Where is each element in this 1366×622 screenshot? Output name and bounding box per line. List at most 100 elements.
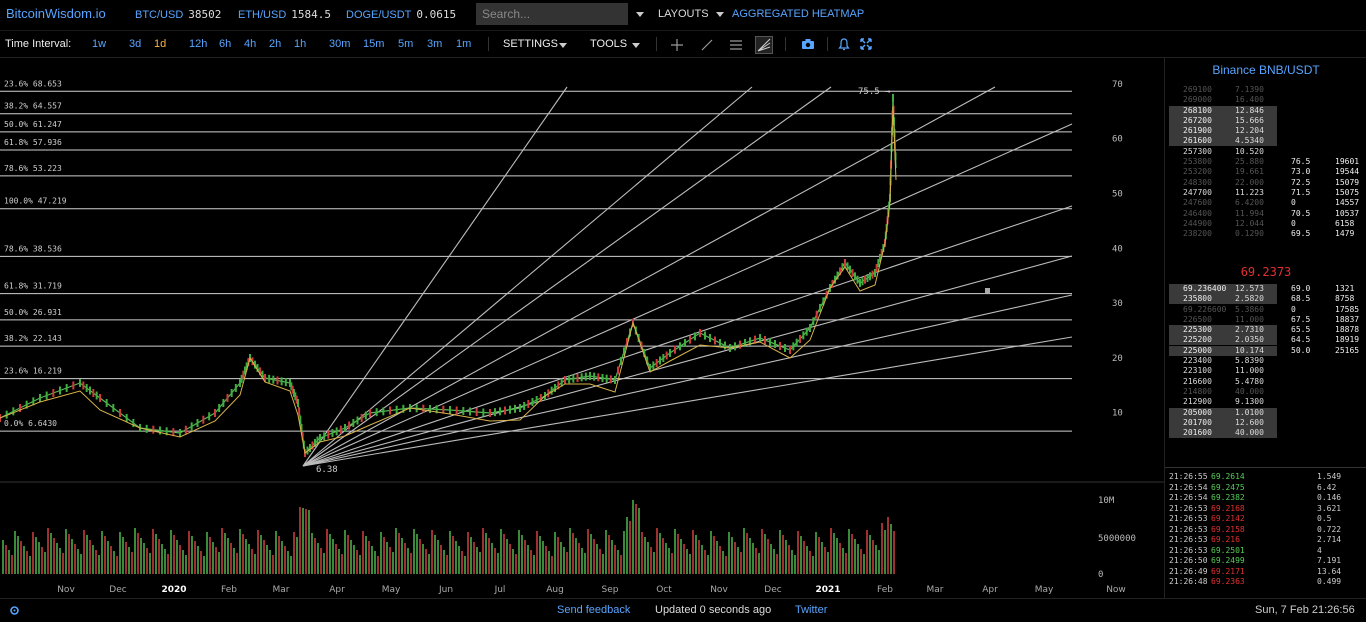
- crosshair-icon[interactable]: [670, 38, 684, 52]
- interval-1m[interactable]: 1m: [456, 38, 471, 50]
- bid-row[interactable]: 201600 40.000: [1169, 428, 1363, 439]
- bid-row[interactable]: 225200 2.0350 64.5 18919: [1169, 335, 1363, 346]
- ask-row[interactable]: 267200 15.666: [1169, 115, 1363, 126]
- candle: [584, 372, 587, 381]
- settings-menu[interactable]: SETTINGS: [503, 38, 558, 50]
- tools-chevron-down-icon[interactable]: [632, 43, 640, 48]
- bid-row[interactable]: 201700 12.600: [1169, 417, 1363, 428]
- layouts-chevron-down-icon[interactable]: [716, 12, 724, 17]
- volume-bar: [20, 541, 22, 574]
- fullscreen-icon[interactable]: [860, 38, 872, 50]
- ask-row[interactable]: 268100 12.846: [1169, 105, 1363, 116]
- interval-5m[interactable]: 5m: [398, 38, 413, 50]
- ask-row[interactable]: 238200 0.1290 69.5 1479: [1169, 229, 1363, 239]
- order-amount: 12.846: [1235, 105, 1264, 115]
- volume-bar: [11, 555, 13, 574]
- chart-area[interactable]: 0.0% 75.27523.6% 68.65338.2% 64.55750.0%…: [0, 43, 1164, 598]
- ask-row[interactable]: 246400 11.994 70.5 10537: [1169, 209, 1363, 219]
- search-input[interactable]: [476, 3, 628, 25]
- bid-row[interactable]: 69.236400 12.573 69.0 1321: [1169, 284, 1363, 294]
- bid-row[interactable]: 212900 9.1300: [1169, 397, 1363, 407]
- bid-row[interactable]: 223400 5.8390: [1169, 356, 1363, 366]
- volume-bar: [665, 543, 667, 574]
- volume-bar: [455, 541, 457, 574]
- settings-gear-icon[interactable]: [9, 605, 20, 616]
- ticker-eth[interactable]: ETH/USD 1584.5: [238, 8, 331, 21]
- order-amount: 11.000: [1235, 314, 1264, 324]
- ticker-doge[interactable]: DOGE/USDT 0.0615: [346, 8, 456, 21]
- candle: [429, 405, 431, 413]
- camera-icon[interactable]: [801, 38, 815, 50]
- interval-15m[interactable]: 15m: [363, 38, 384, 50]
- volume-bar: [854, 539, 856, 574]
- volume-bar: [602, 554, 604, 574]
- ask-row[interactable]: 247600 6.4200 0 14557: [1169, 198, 1363, 208]
- layouts-menu[interactable]: LAYOUTS: [658, 8, 709, 20]
- interval-2h[interactable]: 2h: [269, 38, 281, 50]
- price-chart-svg[interactable]: 0.0% 75.27523.6% 68.65338.2% 64.55750.0%…: [0, 43, 1164, 598]
- ask-row[interactable]: 269000 16.400: [1169, 95, 1363, 105]
- ticker-btc[interactable]: BTC/USD 38502: [135, 8, 221, 21]
- ask-row[interactable]: 253200 19.661 73.0 19544: [1169, 167, 1363, 177]
- trade-time: 21:26:55: [1169, 472, 1208, 481]
- volume-bar: [374, 551, 376, 574]
- fan-icon[interactable]: [755, 36, 773, 54]
- volume-bar: [2, 540, 4, 574]
- volume-bar: [332, 539, 334, 574]
- twitter-link[interactable]: Twitter: [795, 604, 827, 616]
- bid-row[interactable]: 225000 10.174 50.0 25165: [1169, 345, 1363, 356]
- bid-row[interactable]: 214800 40.000: [1169, 387, 1363, 397]
- send-feedback-link[interactable]: Send feedback: [557, 604, 630, 616]
- interval-3d[interactable]: 3d: [129, 38, 141, 50]
- volume-bar: [191, 536, 193, 574]
- ask-row[interactable]: 261600 4.5340: [1169, 136, 1363, 147]
- volume-bar: [533, 555, 535, 574]
- volume-bar: [257, 530, 259, 574]
- ask-row[interactable]: 248300 22.000 72.5 15079: [1169, 178, 1363, 188]
- bid-row[interactable]: 226500 11.000 67.5 18837: [1169, 315, 1363, 325]
- volume-bar: [251, 549, 253, 574]
- volume-bar: [347, 535, 349, 574]
- search-dropdown-icon[interactable]: [636, 12, 644, 17]
- bid-row[interactable]: 216600 5.4780: [1169, 377, 1363, 387]
- order-price: 268100: [1183, 105, 1212, 115]
- bid-row[interactable]: 69.226600 5.3860 0 17585: [1169, 305, 1363, 315]
- interval-1h[interactable]: 1h: [294, 38, 306, 50]
- horizontal-lines-icon[interactable]: [729, 38, 743, 52]
- bid-row[interactable]: 225300 2.7310 65.5 18878: [1169, 325, 1363, 336]
- aggregated-heatmap-link[interactable]: AGGREGATED HEATMAP: [732, 8, 864, 20]
- trade-row: 21:26:49 69.2171 13.64: [1167, 567, 1365, 578]
- interval-30m[interactable]: 30m: [329, 38, 350, 50]
- tools-menu[interactable]: TOOLS: [590, 38, 627, 50]
- settings-chevron-down-icon[interactable]: [559, 43, 567, 48]
- interval-1d[interactable]: 1d: [154, 38, 166, 50]
- interval-3m[interactable]: 3m: [427, 38, 442, 50]
- interval-4h[interactable]: 4h: [244, 38, 256, 50]
- candle: [327, 430, 330, 439]
- interval-12h[interactable]: 12h: [189, 38, 207, 50]
- trade-amount: 7.191: [1317, 556, 1342, 565]
- fib-level-label: 78.6% 53.223: [4, 164, 62, 173]
- interval-1w[interactable]: 1w: [92, 38, 106, 50]
- volume-bar: [152, 529, 154, 574]
- candle: [92, 389, 95, 397]
- ask-row[interactable]: 244900 12.044 0 6158: [1169, 219, 1363, 229]
- ask-row[interactable]: 247700 11.223 71.5 15075: [1169, 188, 1363, 198]
- brand-logo[interactable]: BitcoinWisdom.io: [6, 6, 106, 21]
- fib-level-label: 61.8% 57.936: [4, 138, 62, 147]
- interval-6h[interactable]: 6h: [219, 38, 231, 50]
- order-book-title[interactable]: Binance BNB/USDT: [1165, 63, 1366, 77]
- ask-row[interactable]: 261900 12.204: [1169, 126, 1363, 137]
- ask-row[interactable]: 253800 25.880 76.5 19601: [1169, 157, 1363, 167]
- bid-row[interactable]: 235800 2.5820 68.5 8758: [1169, 294, 1363, 305]
- bid-row[interactable]: 223100 11.000: [1169, 366, 1363, 376]
- bell-icon[interactable]: [838, 38, 850, 51]
- candle: [802, 331, 805, 340]
- fib-level-label: 50.0% 26.931: [4, 308, 62, 317]
- ask-row[interactable]: 257300 10.520: [1169, 147, 1363, 157]
- bid-row[interactable]: 205000 1.0100: [1169, 407, 1363, 418]
- volume-bar: [491, 543, 493, 574]
- volume-bar: [527, 545, 529, 574]
- ask-row[interactable]: 269100 7.1390: [1169, 85, 1363, 95]
- trendline-icon[interactable]: [700, 38, 714, 52]
